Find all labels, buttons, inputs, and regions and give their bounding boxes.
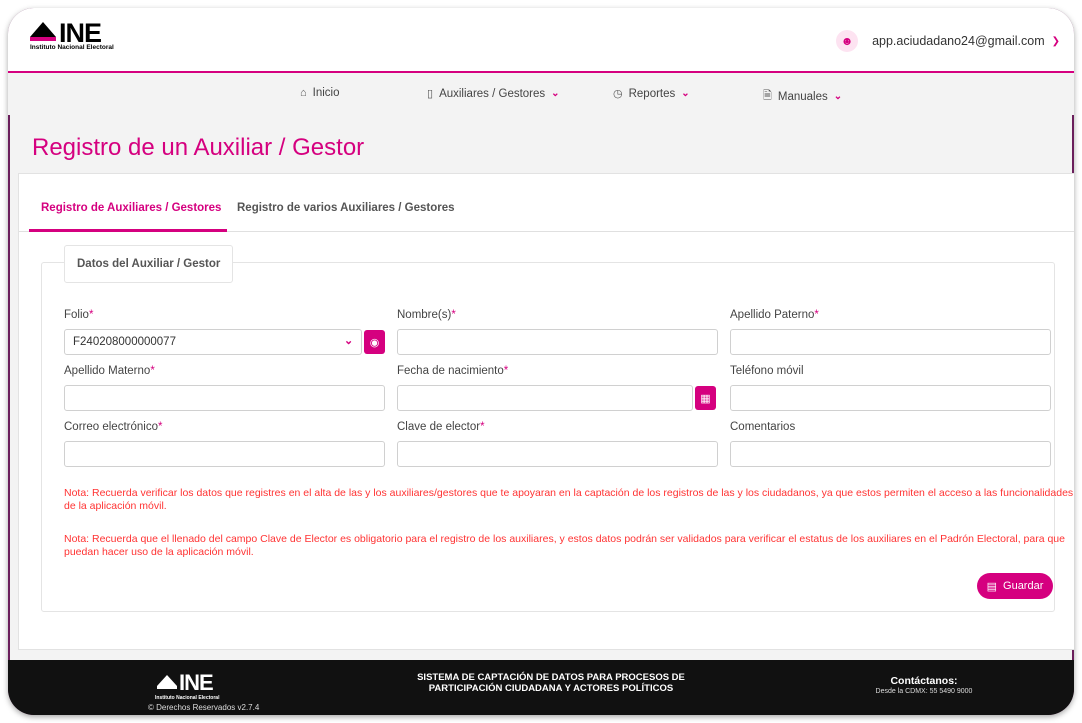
system-name: SISTEMA DE CAPTACIÓN DE DATOS PARA PROCE… <box>396 672 706 694</box>
datos-fieldset: Datos del Auxiliar / Gestor Folio* F2402… <box>41 245 1073 612</box>
contact-info: Contáctanos: Desde la CDMX: 55 5490 9000 <box>864 675 984 695</box>
clock-icon: ◷ <box>613 88 623 100</box>
nav-item-manuales[interactable]: 🗎 Manuales ⌄ <box>763 87 842 106</box>
phone-icon: ▯ <box>427 88 434 100</box>
folio-select[interactable]: F240208000000077 <box>64 329 362 355</box>
nav-item-label: Manuales <box>777 90 828 103</box>
apellido-materno-input[interactable] <box>64 385 385 411</box>
chevron-down-icon: ⌄ <box>551 88 560 99</box>
nombre-input[interactable] <box>397 329 718 355</box>
nota-verificar: Nota: Recuerda verificar los datos que r… <box>64 487 1074 512</box>
document-icon: 🗎 <box>763 90 772 102</box>
eye-icon[interactable]: ◉ <box>364 330 385 354</box>
nav-item-label: Reportes <box>628 87 676 100</box>
correo-label: Correo electrónico* <box>64 421 163 433</box>
user-avatar-icon[interactable]: ☻ <box>836 30 859 52</box>
fecha-nacimiento-input[interactable] <box>397 385 693 411</box>
footer-logo-subtitle: Instituto Nacional Electoral <box>155 695 220 701</box>
copyright: © Derechos Reservados v2.7.4 <box>148 703 260 712</box>
apellido-paterno-input[interactable] <box>730 329 1051 355</box>
contact-phone[interactable]: Desde la CDMX: 55 5490 9000 <box>864 688 984 695</box>
system-name-line2: PARTICIPACIÓN CIUDADANA Y ACTORES POLÍTI… <box>428 683 674 694</box>
logo-subtitle: Instituto Nacional Electoral <box>30 44 114 51</box>
clave-elector-label: Clave de elector* <box>397 421 485 433</box>
user-menu[interactable]: ☻ app.aciudadano24@gmail.com ❯ <box>836 30 1060 52</box>
clave-elector-input[interactable] <box>397 441 718 467</box>
contact-title: Contáctanos: <box>890 675 958 687</box>
page-title: Registro de un Auxiliar / Gestor <box>32 134 365 161</box>
nav-item-label: Auxiliares / Gestores <box>439 87 546 100</box>
fieldset-legend: Datos del Auxiliar / Gestor <box>64 245 234 283</box>
comentarios-label: Comentarios <box>730 421 796 433</box>
telefono-label: Teléfono móvil <box>730 365 804 377</box>
top-bar: INE Instituto Nacional Electoral ☻ app.a… <box>8 8 1074 73</box>
tab-registro-individual[interactable]: Registro de Auxiliares / Gestores <box>41 202 221 214</box>
logo-mark-icon <box>157 675 177 686</box>
ine-logo[interactable]: INE Instituto Nacional Electoral <box>30 18 150 54</box>
app-window: INE Instituto Nacional Electoral ☻ app.a… <box>8 8 1074 715</box>
nota-clave-elector: Nota: Recuerda que el llenado del campo … <box>64 533 1065 558</box>
correo-input[interactable] <box>64 441 385 467</box>
chevron-down-icon: ⌄ <box>681 88 690 99</box>
main-nav: ⌂ Inicio ▯ Auxiliares / Gestores ⌄ ◷ Rep… <box>8 73 1074 115</box>
user-email[interactable]: app.aciudadano24@gmail.com <box>872 34 1045 48</box>
chevron-down-icon[interactable]: ⌄ <box>344 334 353 347</box>
nombre-label: Nombre(s)* <box>397 309 456 321</box>
nav-item-inicio[interactable]: ⌂ Inicio <box>300 87 340 99</box>
apellido-materno-label: Apellido Materno* <box>64 365 155 377</box>
home-icon: ⌂ <box>300 87 307 99</box>
fecha-nacimiento-label: Fecha de nacimiento* <box>397 365 509 377</box>
logo-mark-icon <box>30 22 56 37</box>
folio-label: Folio* <box>64 309 94 321</box>
chevron-down-icon[interactable]: ❯ <box>1052 36 1060 47</box>
system-name-line1: SISTEMA DE CAPTACIÓN DE DATOS PARA PROCE… <box>417 672 685 683</box>
nav-item-label: Inicio <box>312 87 340 99</box>
footer: INE Instituto Nacional Electoral © Derec… <box>8 660 1074 715</box>
comentarios-input[interactable] <box>730 441 1051 467</box>
apellido-paterno-label: Apellido Paterno* <box>730 309 819 321</box>
save-button[interactable]: ▤ Guardar <box>977 573 1053 599</box>
active-tab-indicator <box>29 229 227 232</box>
footer-logo-text: INE <box>179 670 214 695</box>
chevron-down-icon: ⌄ <box>833 91 843 102</box>
tab-bar: Registro de Auxiliares / Gestores Regist… <box>19 174 1074 232</box>
telefono-input[interactable] <box>730 385 1051 411</box>
save-button-label: Guardar <box>1003 580 1044 592</box>
tab-registro-varios[interactable]: Registro de varios Auxiliares / Gestores <box>237 202 455 214</box>
form-card: Registro de Auxiliares / Gestores Regist… <box>18 173 1074 650</box>
calendar-icon[interactable]: ▦ <box>695 386 716 410</box>
nav-item-reportes[interactable]: ◷ Reportes ⌄ <box>613 87 690 101</box>
floppy-icon: ▤ <box>986 580 998 593</box>
nav-item-auxiliares[interactable]: ▯ Auxiliares / Gestores ⌄ <box>427 87 560 101</box>
